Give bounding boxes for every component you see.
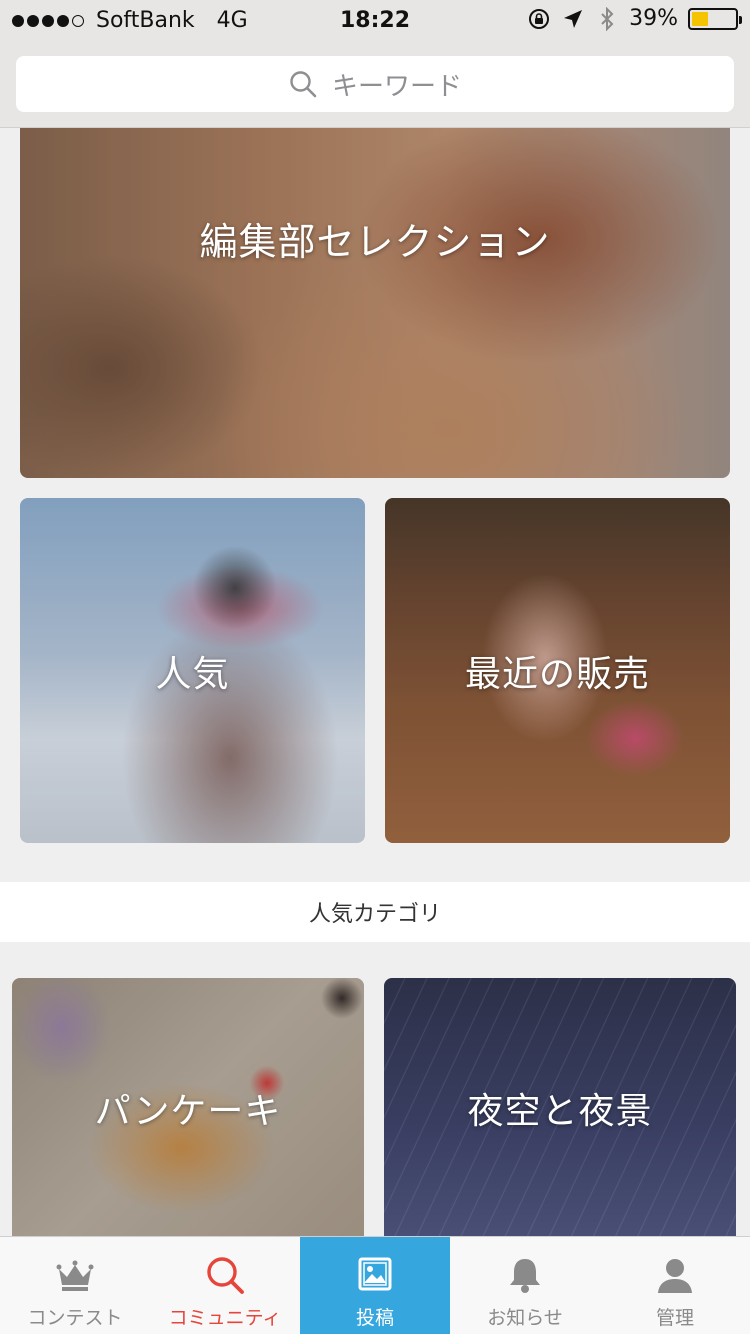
tab-community[interactable]: コミュニティ: [150, 1237, 300, 1334]
battery-icon: [688, 7, 742, 30]
photo-icon: [358, 1257, 392, 1291]
top-bar: SoftBank 4G 18:22 39% キーワード: [0, 0, 750, 128]
category-label: パンケーキ: [94, 1091, 282, 1132]
person-icon: [658, 1259, 692, 1293]
status-right: 39%: [527, 6, 742, 31]
crown-icon: [56, 1260, 94, 1291]
status-bar: SoftBank 4G 18:22 39%: [0, 0, 750, 40]
category-tile-pancake[interactable]: パンケーキ: [12, 978, 364, 1238]
tab-label: 管理: [655, 1307, 694, 1329]
popular-categories-header: 人気カテゴリ: [0, 882, 750, 942]
battery-level-fill: [692, 11, 709, 26]
search-icon: [290, 71, 317, 98]
tab-manage[interactable]: 管理: [600, 1237, 750, 1334]
recent-sales-tile[interactable]: 最近の販売: [385, 498, 730, 843]
search-icon: [207, 1257, 244, 1294]
editorial-photo: [20, 128, 730, 478]
tab-contest[interactable]: コンテスト: [0, 1237, 150, 1334]
search-input[interactable]: キーワード: [16, 56, 734, 112]
tab-bar: コンテスト コミュニティ 投稿 お知らせ 管理: [0, 1236, 750, 1334]
recent-sales-label: 最近の販売: [464, 653, 650, 695]
bluetooth-icon: [601, 6, 614, 31]
search-placeholder: キーワード: [331, 71, 462, 102]
popular-tile[interactable]: 人気: [20, 498, 365, 843]
popular-label: 人気: [155, 653, 230, 695]
carrier-name: SoftBank: [96, 8, 195, 33]
orientation-lock-icon: [529, 8, 550, 29]
tab-label: コンテスト: [27, 1307, 123, 1329]
network-type: 4G: [216, 8, 248, 33]
tab-notifications[interactable]: お知らせ: [450, 1237, 600, 1334]
battery-percent: 39%: [629, 6, 678, 31]
tab-post[interactable]: 投稿: [300, 1237, 450, 1334]
location-arrow-icon: [564, 9, 583, 28]
editorial-selection-label: 編集部セレクション: [199, 219, 551, 264]
category-tile-night-sky[interactable]: 夜空と夜景: [384, 978, 736, 1238]
tab-label: 投稿: [355, 1307, 394, 1329]
editorial-selection-tile[interactable]: 編集部セレクション: [20, 128, 730, 478]
bell-icon: [510, 1259, 540, 1293]
status-left: SoftBank 4G: [12, 8, 248, 33]
signal-strength-icon: [12, 14, 84, 27]
tab-label: お知らせ: [487, 1307, 563, 1329]
section-title: 人気カテゴリ: [308, 902, 441, 927]
tab-label: コミュニティ: [168, 1307, 282, 1329]
category-label: 夜空と夜景: [467, 1091, 653, 1132]
